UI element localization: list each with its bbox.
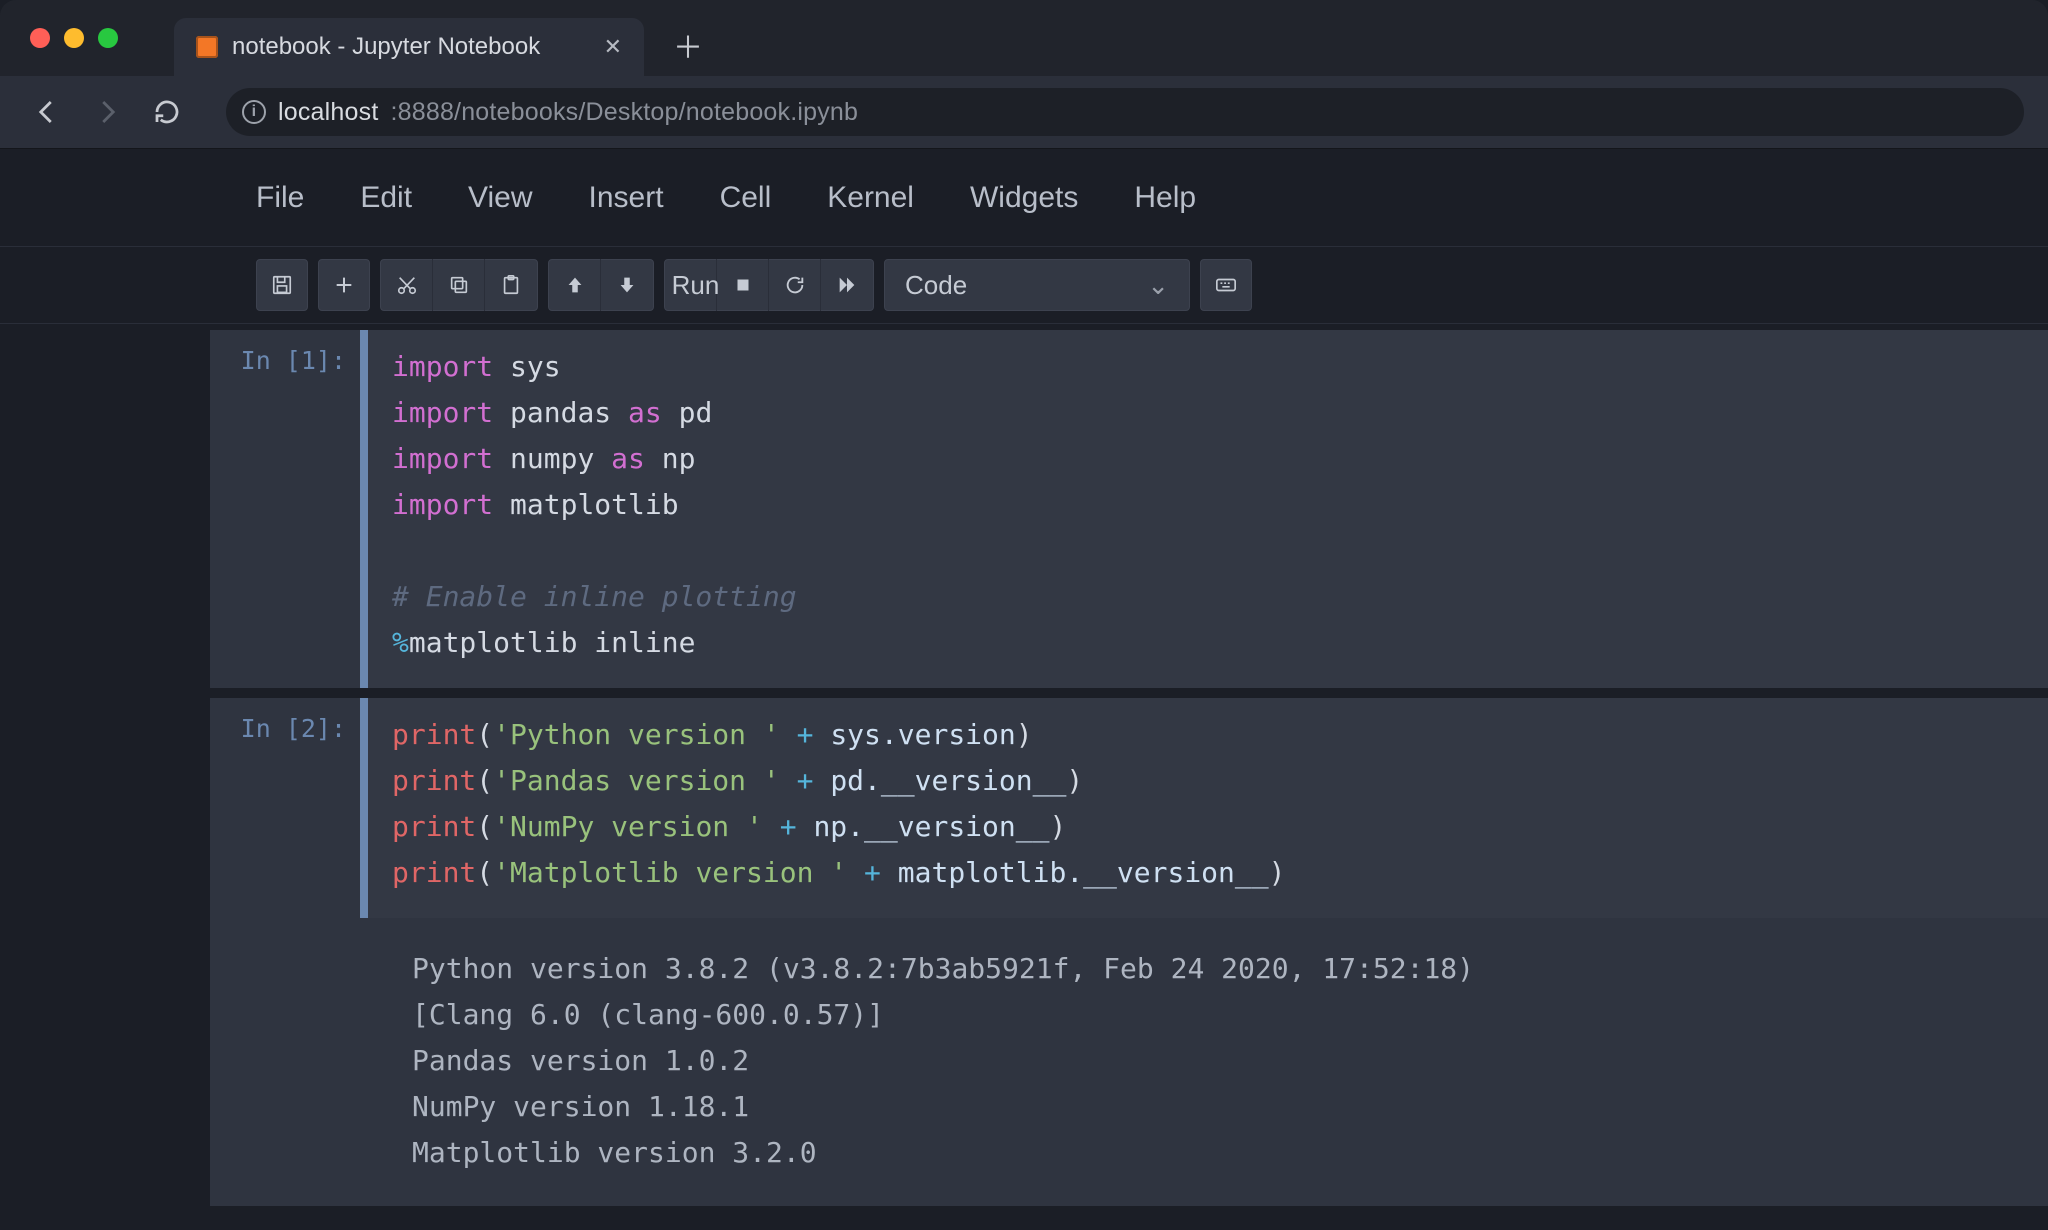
tab-title: notebook - Jupyter Notebook — [232, 33, 540, 61]
restart-button[interactable] — [769, 259, 821, 311]
notebook-container: File Edit View Insert Cell Kernel Widget… — [0, 149, 2048, 1206]
window-maximize-button[interactable] — [98, 28, 118, 48]
url-input[interactable]: i localhost :8888/notebooks/Desktop/noteb… — [226, 88, 2024, 136]
move-down-button[interactable] — [601, 259, 653, 311]
menu-file[interactable]: File — [256, 181, 304, 215]
input-prompt: In [1]: — [210, 330, 360, 375]
nav-forward-button[interactable] — [84, 89, 130, 135]
notebook-cells: In [1]: import sysimport pandas as pdimp… — [0, 330, 2048, 1206]
nav-reload-button[interactable] — [144, 89, 190, 135]
new-tab-button[interactable]: ＋ — [666, 23, 710, 67]
cut-button[interactable] — [381, 259, 433, 311]
menu-widgets[interactable]: Widgets — [970, 181, 1078, 215]
code-cell[interactable]: In [2]: print('Python version ' + sys.ve… — [210, 698, 2048, 1206]
cell-gutter — [360, 698, 368, 918]
url-host: localhost — [278, 98, 378, 127]
code-input-area[interactable]: import sysimport pandas as pdimport nump… — [368, 330, 2048, 688]
run-button-label: Run — [672, 270, 720, 301]
cell-type-value: Code — [905, 270, 967, 301]
favicon-icon — [196, 36, 218, 58]
restart-run-all-button[interactable] — [821, 259, 873, 311]
paste-button[interactable] — [485, 259, 537, 311]
input-prompt: In [2]: — [210, 698, 360, 743]
save-button[interactable] — [256, 259, 308, 311]
command-palette-button[interactable] — [1200, 259, 1252, 311]
window-controls — [30, 28, 118, 48]
browser-chrome: notebook - Jupyter Notebook ✕ ＋ i localh… — [0, 0, 2048, 149]
menu-edit[interactable]: Edit — [360, 181, 412, 215]
notebook-menubar: File Edit View Insert Cell Kernel Widget… — [0, 149, 2048, 247]
cell-gutter — [360, 330, 368, 688]
menu-help[interactable]: Help — [1134, 181, 1196, 215]
run-button[interactable]: Run — [665, 259, 717, 311]
chevron-down-icon: ⌄ — [1147, 270, 1169, 301]
clipboard-group — [380, 259, 538, 311]
cell-type-select[interactable]: Code ⌄ — [884, 259, 1190, 311]
insert-cell-button[interactable] — [318, 259, 370, 311]
code-cell[interactable]: In [1]: import sysimport pandas as pdimp… — [210, 330, 2048, 688]
address-bar: i localhost :8888/notebooks/Desktop/noteb… — [0, 76, 2048, 148]
nav-back-button[interactable] — [24, 89, 70, 135]
tab-close-button[interactable]: ✕ — [604, 34, 622, 60]
menu-kernel[interactable]: Kernel — [827, 181, 914, 215]
window-minimize-button[interactable] — [64, 28, 84, 48]
browser-tab[interactable]: notebook - Jupyter Notebook ✕ — [174, 18, 644, 76]
run-group: Run — [664, 259, 874, 311]
interrupt-button[interactable] — [717, 259, 769, 311]
window-close-button[interactable] — [30, 28, 50, 48]
menu-view[interactable]: View — [468, 181, 532, 215]
move-up-button[interactable] — [549, 259, 601, 311]
notebook-toolbar: Run Code ⌄ — [0, 247, 2048, 324]
copy-button[interactable] — [433, 259, 485, 311]
move-group — [548, 259, 654, 311]
menu-cell[interactable]: Cell — [720, 181, 772, 215]
url-path: :8888/notebooks/Desktop/notebook.ipynb — [390, 98, 858, 127]
site-info-icon[interactable]: i — [242, 100, 266, 124]
code-input-area[interactable]: print('Python version ' + sys.version)pr… — [368, 698, 2048, 918]
output-area: Python version 3.8.2 (v3.8.2:7b3ab5921f,… — [368, 918, 2048, 1206]
menu-insert[interactable]: Insert — [589, 181, 664, 215]
tab-strip: notebook - Jupyter Notebook ✕ ＋ — [0, 0, 2048, 76]
